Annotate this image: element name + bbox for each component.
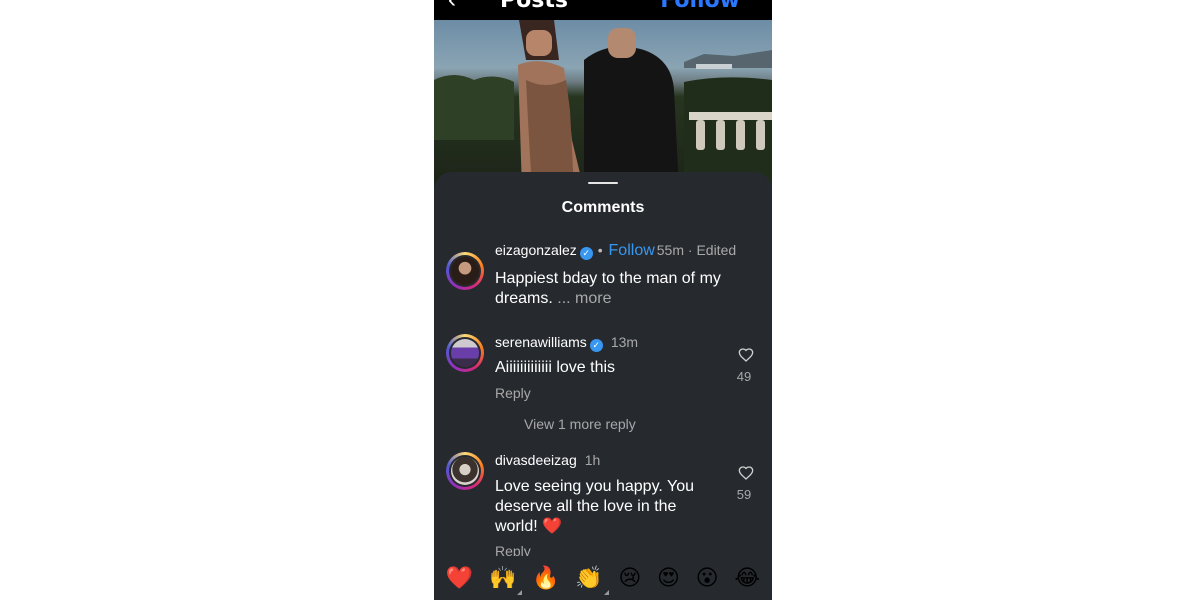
- like-heart-icon[interactable]: [738, 465, 754, 481]
- comment-time: 13m: [610, 334, 639, 350]
- reaction-laughing-icon[interactable]: 😂: [734, 565, 760, 591]
- comments-sheet: Comments eizagonzalez ✓ • Follow 55m · Edit…: [434, 172, 772, 600]
- sheet-drag-handle[interactable]: [588, 182, 618, 184]
- page-title: Posts: [500, 0, 568, 13]
- comment-username[interactable]: serenawilliams: [495, 334, 587, 350]
- reaction-heart-icon[interactable]: ❤️: [446, 565, 473, 591]
- comment-username[interactable]: divasdeeizag: [495, 452, 577, 468]
- reply-button[interactable]: Reply: [495, 385, 531, 401]
- like-count: 59: [736, 487, 752, 502]
- comment-follow-button[interactable]: Follow: [609, 242, 655, 259]
- avatar[interactable]: [446, 452, 484, 490]
- post-image[interactable]: [434, 20, 772, 190]
- top-bar: ‹ Posts Follow: [434, 0, 772, 20]
- like-heart-icon[interactable]: [738, 347, 754, 363]
- reaction-clap-icon[interactable]: 👏: [575, 565, 610, 595]
- view-more-replies[interactable]: View 1 more reply: [524, 416, 636, 432]
- separator-dot: •: [597, 242, 603, 258]
- quick-reactions-bar: ❤️ 🙌 🔥 👏 😢 😍 😮 😂: [434, 556, 772, 600]
- avatar[interactable]: [446, 252, 484, 290]
- comment-time: 55m · Edited: [656, 242, 737, 258]
- reaction-crying-icon[interactable]: 😢: [618, 565, 641, 591]
- comment-meta: eizagonzalez ✓ • Follow 55m · Edited: [495, 242, 736, 260]
- comment-meta: divasdeeizag 1h: [495, 452, 600, 468]
- comment-body: Love seeing you happy. You deserve all t…: [495, 478, 694, 535]
- avatar[interactable]: [446, 334, 484, 372]
- post-image-art: [434, 20, 772, 190]
- reaction-raised-hands-icon[interactable]: 🙌: [489, 565, 523, 595]
- comment-time: 1h: [584, 452, 601, 468]
- comment-body: Aiiiiiiiiiiiii love this: [495, 359, 616, 376]
- reaction-surprised-icon[interactable]: 😮: [696, 565, 719, 591]
- like-count: 49: [736, 369, 752, 384]
- phone-screen: ‹ Posts Follow: [434, 0, 772, 600]
- verified-badge-icon: ✓: [589, 339, 603, 352]
- back-arrow-icon[interactable]: ‹: [448, 0, 456, 14]
- comment-username[interactable]: eizagonzalez: [495, 242, 577, 258]
- reaction-fire-icon[interactable]: 🔥: [532, 565, 559, 591]
- comment-meta: serenawilliams ✓ 13m: [495, 334, 638, 352]
- see-more-link[interactable]: ... more: [557, 290, 611, 307]
- reaction-heart-eyes-icon[interactable]: 😍: [657, 565, 680, 591]
- header-follow-button[interactable]: Follow: [660, 0, 740, 13]
- comment-text: Happiest bday to the man of my dreams. .…: [495, 269, 745, 309]
- comments-title: Comments: [561, 199, 645, 216]
- verified-badge-icon: ✓: [579, 247, 593, 260]
